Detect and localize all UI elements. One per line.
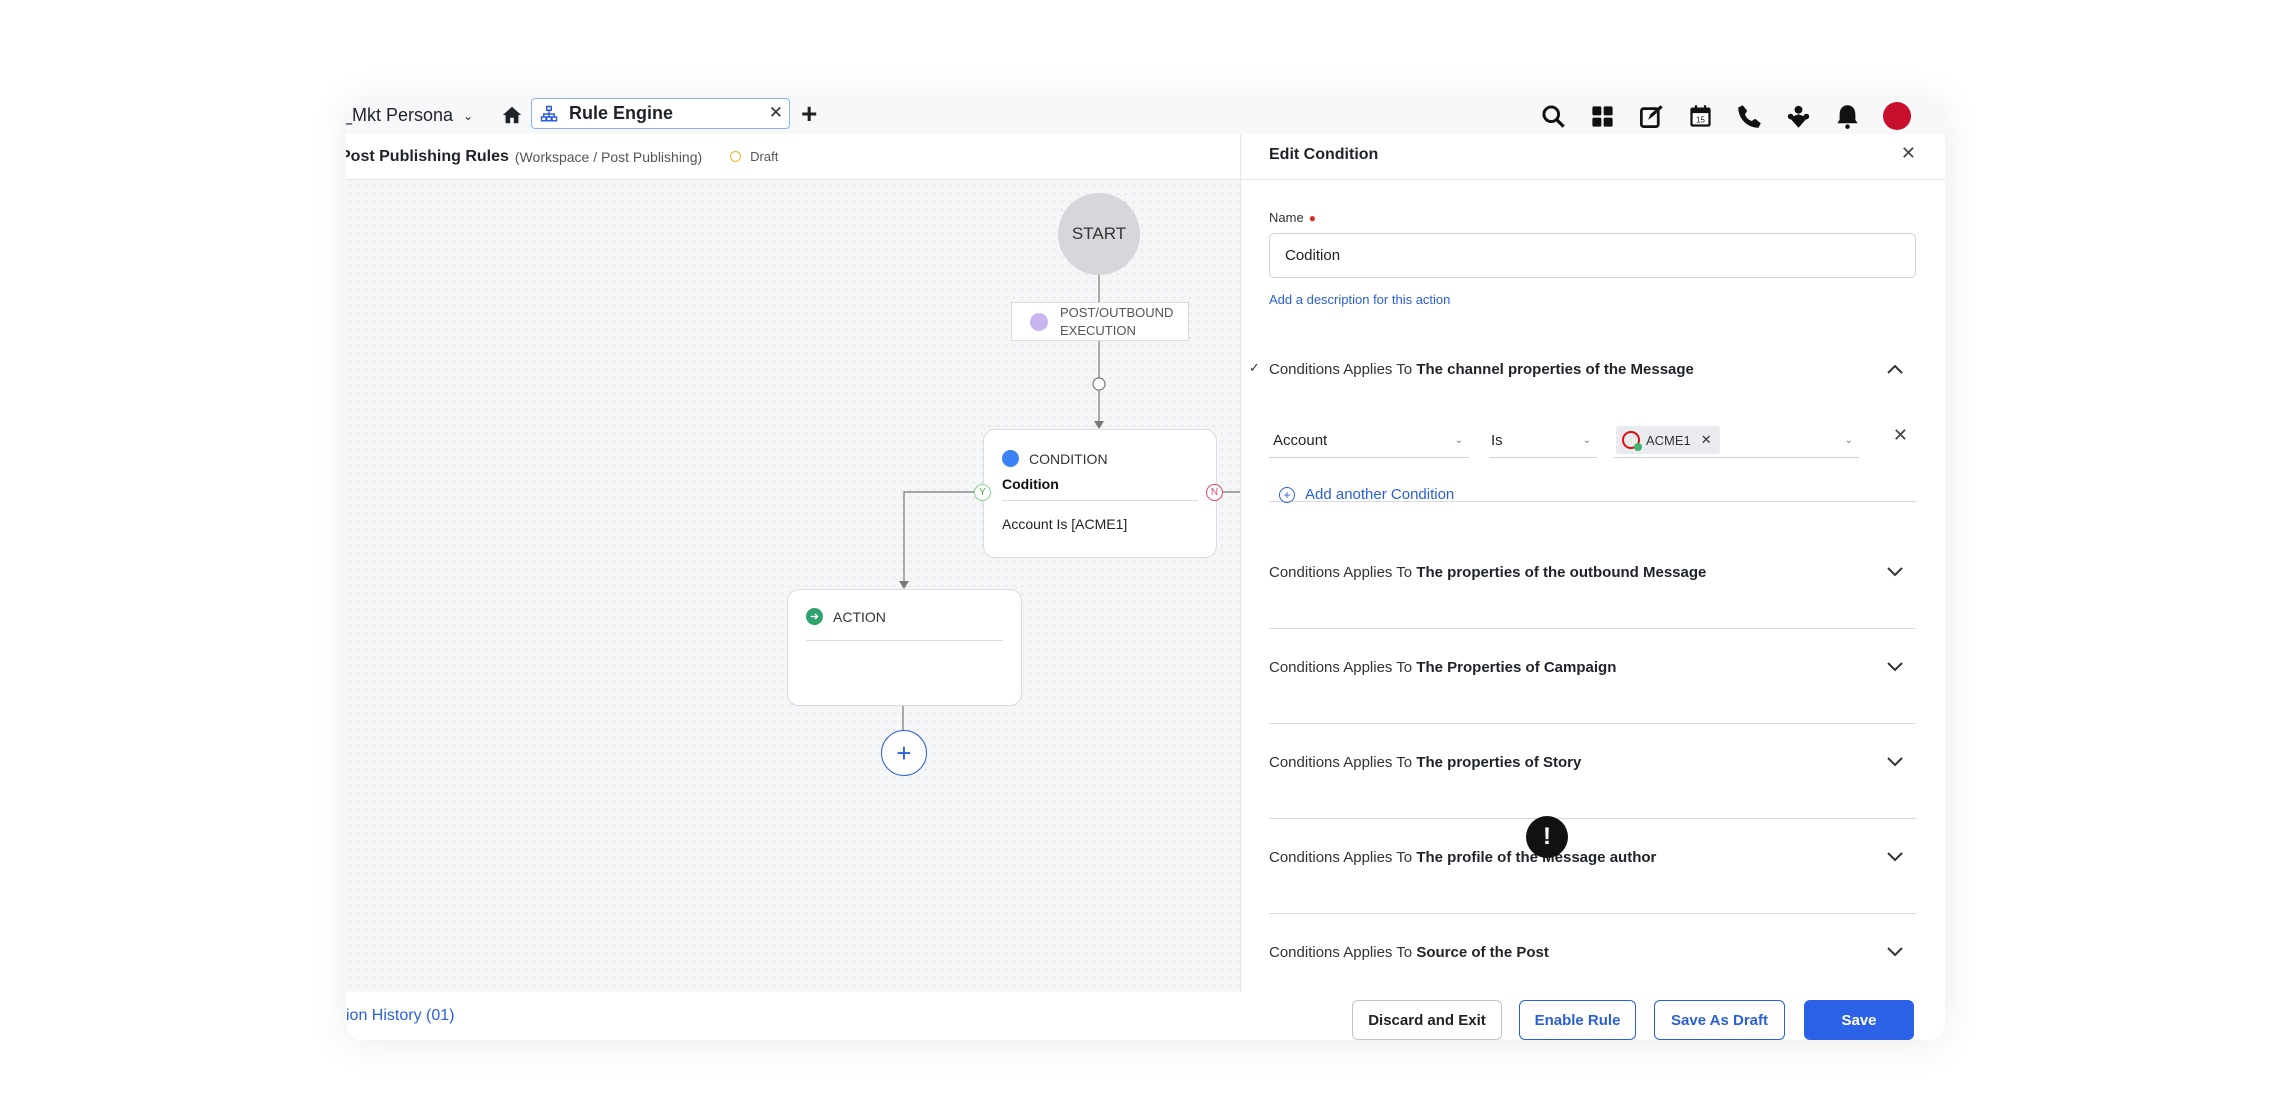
action-type-label: ACTION [833, 608, 886, 625]
edit-condition-panel: Edit Condition ✕ Name ● Add a description… [1240, 134, 1945, 992]
add-condition-button[interactable]: + Add another Condition [1279, 486, 1454, 503]
search-icon[interactable] [1540, 103, 1567, 130]
condition-type-label: CONDITION [1029, 450, 1108, 467]
field-value: Account [1273, 431, 1328, 449]
apps-grid-icon[interactable] [1589, 103, 1616, 130]
chevron-down-icon[interactable] [1886, 661, 1904, 673]
value-chip: ACME1 ✕ [1616, 426, 1720, 454]
avatar[interactable] [1883, 102, 1911, 130]
trigger-node[interactable]: POST/OUTBOUND EXECUTION [1011, 302, 1189, 341]
action-node-header: ➜ ACTION [806, 608, 886, 625]
plus-circle-icon: + [1279, 486, 1295, 503]
section-prefix: Conditions Applies To [1269, 659, 1413, 676]
section-title: Conditions Applies To The profile of the… [1269, 849, 1656, 866]
start-node[interactable]: START [1058, 193, 1140, 275]
version-history-link[interactable]: ion History (01) [346, 1007, 454, 1025]
required-icon: ● [1308, 211, 1316, 225]
condition-icon [1002, 450, 1019, 467]
operator-value: Is [1491, 431, 1503, 449]
yes-branch-badge[interactable]: Y [974, 484, 991, 501]
section-target: Source of the Post [1416, 944, 1549, 961]
community-icon[interactable] [1785, 103, 1812, 130]
section-prefix: Conditions Applies To [1269, 564, 1413, 581]
add-node-button[interactable]: + [881, 730, 927, 776]
svg-text:15: 15 [1696, 115, 1705, 124]
section-prefix: Conditions Applies To [1269, 849, 1413, 866]
calendar-icon[interactable]: 15 [1687, 103, 1714, 130]
section-prefix: Conditions Applies To [1269, 754, 1413, 771]
section-target: The Properties of Campaign [1416, 659, 1617, 676]
condition-node[interactable]: CONDITION Codition Account Is [ACME1] [983, 429, 1217, 558]
add-description-link[interactable]: Add a description for this action [1269, 292, 1450, 307]
section-post-source[interactable]: Conditions Applies To Source of the Post [1269, 944, 1916, 992]
remove-condition-icon[interactable]: ✕ [1893, 425, 1908, 446]
phone-icon[interactable] [1736, 103, 1763, 130]
compose-icon[interactable] [1638, 103, 1665, 130]
save-as-draft-button[interactable]: Save As Draft [1654, 1000, 1785, 1040]
feedback-fab[interactable]: ! [1526, 816, 1568, 858]
section-prefix: Conditions Applies To [1269, 944, 1413, 961]
panel-title: Edit Condition [1269, 146, 1379, 163]
divider [1241, 179, 1945, 180]
account-logo-icon [1622, 431, 1642, 451]
discard-and-exit-button[interactable]: Discard and Exit [1352, 1000, 1502, 1040]
section-campaign-properties[interactable]: Conditions Applies To The Properties of … [1269, 659, 1916, 724]
section-target: The channel properties of the Message [1416, 361, 1694, 378]
add-condition-label: Add another Condition [1305, 486, 1455, 503]
chevron-up-icon[interactable] [1886, 363, 1904, 375]
chevron-down-icon[interactable] [1886, 756, 1904, 768]
remove-chip-icon[interactable]: ✕ [1701, 432, 1712, 448]
section-title: Conditions Applies To The Properties of … [1269, 659, 1616, 676]
section-target: The properties of the outbound Message [1416, 564, 1707, 581]
section-author-profile[interactable]: Conditions Applies To The profile of the… [1269, 849, 1916, 914]
section-title: Conditions Applies To Source of the Post [1269, 944, 1549, 961]
arrow-right-icon: ➜ [806, 608, 823, 625]
condition-node-header: CONDITION [1002, 450, 1108, 467]
divider [1002, 500, 1198, 501]
bell-icon[interactable] [1834, 103, 1861, 130]
chevron-down-icon[interactable] [1886, 566, 1904, 578]
operator-select[interactable]: Is ⌄ [1489, 423, 1597, 458]
section-target: The properties of Story [1416, 754, 1582, 771]
action-node[interactable]: ➜ ACTION [787, 589, 1022, 706]
name-label: Name ● [1269, 210, 1316, 225]
close-icon[interactable]: ✕ [1901, 143, 1916, 164]
name-field[interactable] [1269, 233, 1916, 278]
section-title: Conditions Applies To The properties of … [1269, 754, 1581, 771]
name-label-text: Name [1269, 210, 1304, 225]
app-window: _Mkt Persona ⌄ Rule Engine ✕ + 15 Post P… [346, 97, 1945, 1040]
field-select[interactable]: Account ⌄ [1269, 423, 1469, 458]
condition-name: Codition [1002, 476, 1059, 492]
toolbar-icons: 15 [1540, 102, 1911, 130]
section-title: Conditions Applies To The channel proper… [1269, 361, 1694, 378]
divider [806, 640, 1003, 641]
footer-left: ion History (01) [346, 992, 1240, 1040]
footer-actions: Discard and Exit Enable Rule Save As Dra… [1240, 992, 1945, 1040]
chevron-down-icon: ⌄ [1844, 435, 1853, 446]
chevron-down-icon: ⌄ [1582, 435, 1591, 446]
section-story-properties[interactable]: Conditions Applies To The properties of … [1269, 754, 1916, 819]
value-select[interactable]: ACME1 ✕ ⌄ [1614, 423, 1859, 458]
section-title: Conditions Applies To The properties of … [1269, 564, 1706, 581]
section-prefix: Conditions Applies To [1269, 361, 1413, 378]
chip-label: ACME1 [1646, 432, 1691, 448]
chevron-down-icon[interactable] [1886, 851, 1904, 863]
trigger-label: POST/OUTBOUND EXECUTION [1060, 304, 1174, 338]
post-outbound-icon [1030, 312, 1048, 331]
no-branch-badge[interactable]: N [1206, 484, 1223, 501]
check-icon: ✓ [1249, 360, 1260, 375]
chevron-down-icon[interactable] [1886, 946, 1904, 958]
chevron-down-icon: ⌄ [1454, 435, 1463, 446]
enable-rule-button[interactable]: Enable Rule [1519, 1000, 1636, 1040]
condition-expression: Account Is [ACME1] [1002, 516, 1128, 532]
section-outbound-properties[interactable]: Conditions Applies To The properties of … [1269, 564, 1916, 629]
condition-row: Account ⌄ Is ⌄ ACME1 ✕ ⌄ ✕ [1269, 423, 1916, 463]
save-button[interactable]: Save [1804, 1000, 1914, 1040]
